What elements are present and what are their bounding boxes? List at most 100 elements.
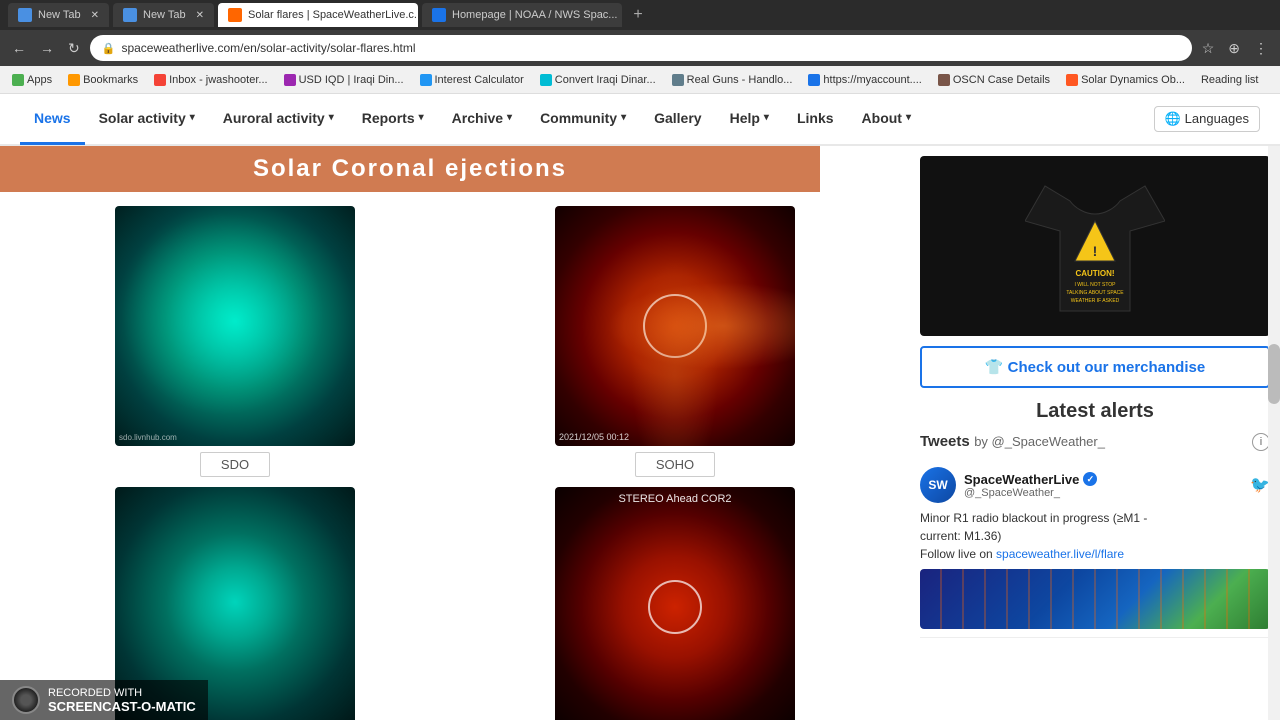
svg-text:WEATHER IF ASKED: WEATHER IF ASKED [1071, 298, 1120, 304]
sdo-watermark: sdo.livnhub.com [119, 433, 177, 442]
tab-1-close[interactable]: ✕ [91, 10, 99, 21]
lock-icon: 🔒 [102, 42, 116, 55]
svg-text:I WILL NOT STOP: I WILL NOT STOP [1074, 282, 1116, 288]
sdo-label-button[interactable]: SDO [200, 452, 270, 477]
tab-4-icon [432, 8, 446, 22]
bookmark-solar-dynamics[interactable]: Solar Dynamics Ob... [1062, 72, 1189, 88]
hero-title: Solar Coronal ejections [253, 155, 567, 183]
bookmark-myaccount[interactable]: https://myaccount.... [804, 72, 925, 88]
tweet-text: Minor R1 radio blackout in progress (≥M1… [920, 509, 1270, 563]
tweets-by: by @_SpaceWeather_ [974, 434, 1105, 449]
tab-3-icon [228, 8, 242, 22]
tab-4-label: Homepage | NOAA / NWS Spac... [452, 9, 617, 21]
bookmark-oscn-label: OSCN Case Details [953, 74, 1050, 86]
screencast-watermark: RECORDED WITH SCREENCAST-O-MATIC [0, 680, 208, 720]
bookmark-dinar-label: Convert Iraqi Dinar... [555, 74, 656, 86]
stereo-image-cell: STEREO Ahead COR2 SOHO [460, 487, 890, 720]
bookmark-interest-calc[interactable]: Interest Calculator [416, 72, 528, 88]
inbox-icon [154, 74, 166, 86]
archive-dropdown-arrow: ▾ [507, 112, 512, 123]
nav-archive[interactable]: Archive ▾ [438, 94, 526, 145]
community-dropdown-arrow: ▾ [621, 112, 626, 123]
forward-button[interactable]: → [36, 36, 58, 60]
nav-community[interactable]: Community ▾ [526, 94, 640, 145]
bookmark-real-guns[interactable]: Real Guns - Handlo... [668, 72, 797, 88]
sidebar: ! CAUTION! I WILL NOT STOP TALKING ABOUT… [910, 146, 1280, 720]
nav-help[interactable]: Help ▾ [716, 94, 783, 145]
nav-auroral-activity[interactable]: Auroral activity ▾ [209, 94, 348, 145]
help-dropdown-arrow: ▾ [764, 112, 769, 123]
tab-4[interactable]: Homepage | NOAA / NWS Spac... ✕ [422, 3, 622, 27]
tab-3-label: Solar flares | SpaceWeatherLive.c... [248, 9, 418, 21]
guns-icon [672, 74, 684, 86]
scrollbar-thumb[interactable] [1268, 344, 1280, 404]
tab-1-label: New Tab [38, 9, 81, 21]
reading-list-label: Reading list [1201, 74, 1258, 86]
sdo-image-cell: sdo.livnhub.com SDO [20, 206, 450, 477]
stereo-header-label: STEREO Ahead COR2 [618, 493, 731, 505]
bookmark-reading-list[interactable]: Reading list [1197, 72, 1262, 88]
svg-text:!: ! [1093, 243, 1098, 259]
apps-bookmark-icon [12, 74, 24, 86]
tweets-header: Tweets by @_SpaceWeather_ i [920, 433, 1270, 451]
bookmark-oscn[interactable]: OSCN Case Details [934, 72, 1054, 88]
bookmark-inbox[interactable]: Inbox - jwashooter... [150, 72, 271, 88]
url-text: spaceweatherlive.com/en/solar-activity/s… [121, 41, 415, 55]
watermark-line2: SCREENCAST-O-MATIC [48, 699, 196, 714]
tab-2-label: New Tab [143, 9, 186, 21]
tweet-card: SW SpaceWeatherLive ✓ @_SpaceWeather_ 🐦 … [920, 459, 1270, 638]
svg-text:CAUTION!: CAUTION! [1075, 269, 1114, 278]
tweet-avatar: SW [920, 467, 956, 503]
auroral-dropdown-arrow: ▾ [329, 112, 334, 123]
tab-2-close[interactable]: ✕ [196, 10, 204, 21]
address-bar[interactable]: 🔒 spaceweatherlive.com/en/solar-activity… [90, 35, 1192, 61]
soho-image-cell: 2021/12/05 00:12 SOHO [460, 206, 890, 477]
tweets-label-group: Tweets by @_SpaceWeather_ [920, 433, 1105, 451]
back-button[interactable]: ← [8, 36, 30, 60]
bookmarks-bar: Apps Bookmarks Inbox - jwashooter... USD… [0, 66, 1280, 94]
screencast-logo [12, 686, 40, 714]
svg-text:TALKING ABOUT SPACE: TALKING ABOUT SPACE [1066, 290, 1124, 296]
stereo-image[interactable]: STEREO Ahead COR2 [555, 487, 795, 720]
extensions-button[interactable]: ⊕ [1224, 36, 1244, 61]
tab-3[interactable]: Solar flares | SpaceWeatherLive.c... ✕ [218, 3, 418, 27]
bookmark-bookmarks[interactable]: Bookmarks [64, 72, 142, 88]
languages-button[interactable]: 🌐 Languages [1154, 106, 1260, 132]
tab-2-icon [123, 8, 137, 22]
image-grid: sdo.livnhub.com SDO 2021/12/05 00:12 SOH… [20, 206, 890, 720]
reload-button[interactable]: ↻ [64, 36, 84, 61]
tweet-handle: @_SpaceWeather_ [964, 487, 1242, 499]
account-icon [808, 74, 820, 86]
check-merchandise-button[interactable]: 👕 Check out our merchandise [920, 346, 1270, 388]
tab-1[interactable]: New Tab ✕ [8, 3, 109, 27]
browser-chrome: New Tab ✕ New Tab ✕ Solar flares | Space… [0, 0, 1280, 94]
soho-corona-effect [555, 206, 795, 446]
bookmark-bookmarks-label: Bookmarks [83, 74, 138, 86]
page-scrollbar[interactable] [1268, 94, 1280, 720]
nav-solar-activity[interactable]: Solar activity ▾ [85, 94, 209, 145]
nav-about[interactable]: About ▾ [848, 94, 925, 145]
content-area: sdo.livnhub.com SDO 2021/12/05 00:12 SOH… [0, 146, 910, 720]
soho-label-button[interactable]: SOHO [635, 452, 715, 477]
tweet-link[interactable]: spaceweather.live/l/flare [996, 547, 1124, 561]
nav-news[interactable]: News [20, 94, 85, 145]
sdo-image[interactable]: sdo.livnhub.com [115, 206, 355, 446]
about-dropdown-arrow: ▾ [906, 112, 911, 123]
bookmark-convert-dinar[interactable]: Convert Iraqi Dinar... [536, 72, 660, 88]
new-tab-button[interactable]: + [626, 3, 650, 27]
tweet-author-row: SW SpaceWeatherLive ✓ @_SpaceWeather_ 🐦 [920, 467, 1270, 503]
bookmark-star[interactable]: ☆ [1198, 36, 1219, 61]
menu-button[interactable]: ⋮ [1250, 36, 1272, 61]
bookmark-apps[interactable]: Apps [8, 72, 56, 88]
tweet-author-name: SpaceWeatherLive ✓ [964, 472, 1242, 487]
bookmark-usd-iqd[interactable]: USD IQD | Iraqi Din... [280, 72, 408, 88]
merch-button-label: 👕 Check out our merchandise [985, 358, 1205, 376]
nav-reports[interactable]: Reports ▾ [348, 94, 438, 145]
nav-gallery[interactable]: Gallery [640, 94, 715, 145]
main-layout: sdo.livnhub.com SDO 2021/12/05 00:12 SOH… [0, 146, 1280, 720]
nav-links[interactable]: Links [783, 94, 848, 145]
bookmark-usd-iqd-label: USD IQD | Iraqi Din... [299, 74, 404, 86]
reports-dropdown-arrow: ▾ [419, 112, 424, 123]
tab-2[interactable]: New Tab ✕ [113, 3, 214, 27]
soho-image[interactable]: 2021/12/05 00:12 [555, 206, 795, 446]
